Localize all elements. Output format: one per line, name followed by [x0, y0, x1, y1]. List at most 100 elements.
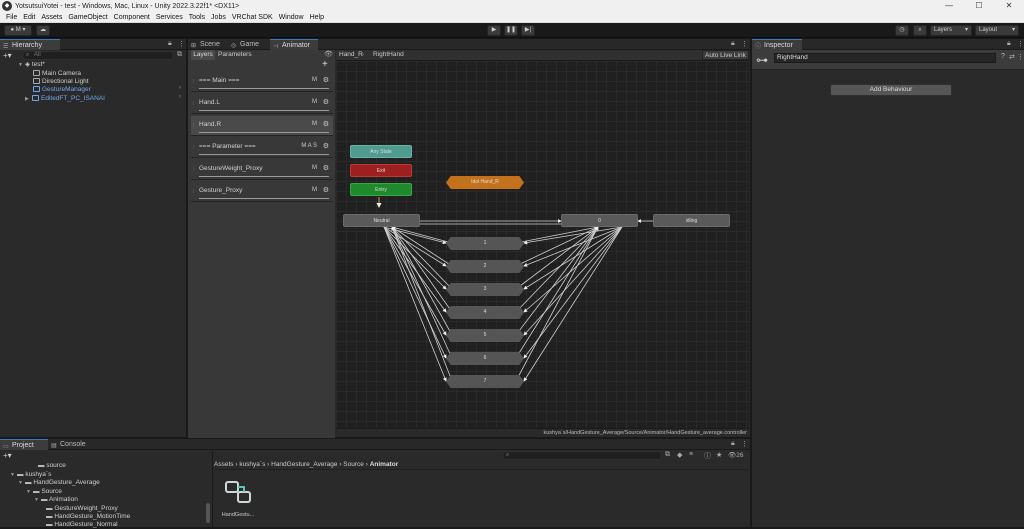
state-node-2[interactable]: 2: [446, 260, 524, 273]
tab-parameters[interactable]: Parameters: [218, 50, 258, 60]
history-button[interactable]: ◷: [895, 25, 909, 36]
state-node-4[interactable]: 4: [446, 306, 524, 319]
layer-weight-bar[interactable]: [199, 198, 329, 199]
tab-project[interactable]: ▭ Project: [0, 439, 48, 450]
transition-line[interactable]: [523, 226, 623, 290]
layer-weight-bar[interactable]: [199, 176, 329, 177]
state-node-0[interactable]: 0: [561, 214, 638, 227]
entry-node[interactable]: Entry: [350, 183, 412, 196]
play-button[interactable]: ▶: [487, 25, 501, 36]
search-button[interactable]: ⌕: [913, 25, 927, 36]
exit-node[interactable]: Exit: [350, 164, 412, 177]
gear-icon[interactable]: ⚙: [323, 186, 329, 194]
layer-item-gesture-proxy[interactable]: ⁞ Gesture_Proxy M ⚙: [191, 182, 333, 202]
any-state-node[interactable]: Any State: [350, 145, 412, 158]
tab-console[interactable]: ▤ Console: [48, 439, 94, 450]
step-button[interactable]: ▶|: [521, 25, 535, 36]
tab-inspector[interactable]: ⓘ Inspector: [752, 39, 802, 50]
filter-icon[interactable]: ≡: [689, 451, 693, 458]
breadcrumb-assets[interactable]: Assets: [214, 461, 234, 468]
menu-help[interactable]: Help: [310, 14, 324, 21]
layer-weight-bar[interactable]: [199, 110, 329, 111]
state-node-1[interactable]: 1: [446, 237, 524, 250]
breadcrumb-kushyas[interactable]: kushya`s: [239, 461, 265, 468]
drag-handle-icon[interactable]: ⁞: [193, 79, 194, 85]
chevron-right-icon[interactable]: ›: [179, 94, 181, 100]
breadcrumb-righthand[interactable]: RightHand: [373, 51, 404, 58]
drag-handle-icon[interactable]: ⁞: [193, 167, 194, 173]
create-button[interactable]: +▾: [3, 51, 12, 60]
transition-line[interactable]: [391, 226, 453, 336]
transition-line[interactable]: [523, 226, 623, 313]
menu-window[interactable]: Window: [279, 14, 304, 21]
add-behaviour-button[interactable]: Add Behaviour: [830, 84, 952, 96]
auto-live-link-toggle[interactable]: Auto Live Link: [702, 50, 749, 60]
transition-line[interactable]: [523, 226, 623, 382]
help-icon[interactable]: ?: [1001, 53, 1005, 60]
layer-item-hand-l[interactable]: ⁞ Hand.L M ⚙: [191, 94, 333, 114]
menu-assets[interactable]: Assets: [41, 14, 62, 21]
idling-state-node[interactable]: idling: [653, 214, 730, 227]
state-node-6[interactable]: 6: [446, 352, 524, 365]
chevron-right-icon[interactable]: ›: [179, 85, 181, 91]
tab-hierarchy[interactable]: ☰ Hierarchy: [0, 39, 60, 50]
breadcrumb-source[interactable]: Source: [343, 461, 364, 468]
tree-row-edited-ft[interactable]: ▶ EditedFT_PC_ISANAI: [25, 94, 105, 103]
transition-line[interactable]: [515, 226, 599, 336]
minimize-button[interactable]: —: [934, 0, 964, 12]
drag-handle-icon[interactable]: ⁞: [193, 189, 194, 195]
eye-icon[interactable]: 👁︎: [324, 50, 333, 58]
cloud-button[interactable]: ☁: [36, 25, 50, 36]
hierarchy-search-input[interactable]: ⌕ All: [22, 51, 174, 60]
transition-line[interactable]: [515, 226, 599, 313]
expand-arrow-icon[interactable]: ▼: [18, 479, 25, 488]
search-options-icon[interactable]: ⧉: [177, 51, 182, 59]
menu-tools[interactable]: Tools: [189, 14, 205, 21]
transition-line[interactable]: [383, 226, 447, 382]
account-dropdown[interactable]: ● M ▾: [4, 25, 32, 36]
transition-line[interactable]: [383, 226, 447, 313]
layer-item-main[interactable]: ⁞ === Main === M ⚙: [191, 72, 333, 92]
lock-icon[interactable]: 🔒︎: [731, 440, 735, 448]
drag-handle-icon[interactable]: ⁞: [193, 145, 194, 151]
menu-component[interactable]: Component: [114, 14, 150, 21]
project-tree-source[interactable]: ▬ source: [38, 461, 66, 470]
gear-icon[interactable]: ⚙: [323, 164, 329, 172]
tab-game[interactable]: ◎ Game: [228, 39, 268, 50]
layer-item-parameter[interactable]: ⁞ === Parameter === M A S ⚙: [191, 138, 333, 158]
transition-line[interactable]: [383, 226, 447, 336]
breadcrumb-animator[interactable]: Animator: [370, 461, 399, 468]
more-icon[interactable]: ⋮: [178, 40, 185, 48]
menu-file[interactable]: File: [6, 14, 17, 21]
tree-row-scene[interactable]: ▼ ◈ test*: [18, 60, 45, 69]
sub-state-machine-node[interactable]: Idol Hand_R: [446, 176, 524, 189]
project-search-input[interactable]: ⌕: [502, 451, 662, 460]
maximize-button[interactable]: ☐: [964, 0, 994, 12]
transition-line[interactable]: [523, 226, 623, 336]
more-icon[interactable]: ⋮: [1017, 53, 1024, 61]
more-icon[interactable]: ⋮: [741, 440, 748, 448]
preset-icon[interactable]: ⇄: [1009, 53, 1015, 61]
expand-arrow-icon[interactable]: ▼: [26, 488, 33, 497]
project-tree-handgesture-average[interactable]: ▼ ▬ HandGesture_Average: [18, 478, 100, 487]
menu-vrchat-sdk[interactable]: VRChat SDK: [232, 14, 273, 21]
gear-icon[interactable]: ⚙: [323, 120, 329, 128]
layer-weight-bar[interactable]: [199, 88, 329, 89]
expand-arrow-icon[interactable]: ▼: [10, 471, 17, 480]
transition-line[interactable]: [391, 225, 453, 244]
gear-icon[interactable]: ⚙: [323, 76, 329, 84]
neutral-state-node[interactable]: Neutral: [343, 214, 420, 227]
pause-button[interactable]: ❚❚: [504, 25, 518, 36]
layer-item-gestureweight-proxy[interactable]: ⁞ GestureWeight_Proxy M ⚙: [191, 160, 333, 180]
project-tree-animation[interactable]: ▼ ▬ Animation: [34, 495, 78, 504]
close-button[interactable]: ✕: [994, 0, 1024, 12]
gear-icon[interactable]: ⚙: [323, 142, 329, 150]
drag-handle-icon[interactable]: ⁞: [193, 123, 194, 129]
more-icon[interactable]: ⋮: [741, 40, 748, 48]
object-name-field[interactable]: RightHand: [774, 53, 996, 63]
menu-edit[interactable]: Edit: [23, 14, 35, 21]
project-create-button[interactable]: +▾: [3, 451, 12, 460]
state-machine-graph[interactable]: Any State Exit Entry Idol Hand_R Neutral…: [336, 61, 749, 428]
transition-line[interactable]: [515, 225, 599, 244]
project-tree-scrollbar[interactable]: [206, 503, 210, 523]
